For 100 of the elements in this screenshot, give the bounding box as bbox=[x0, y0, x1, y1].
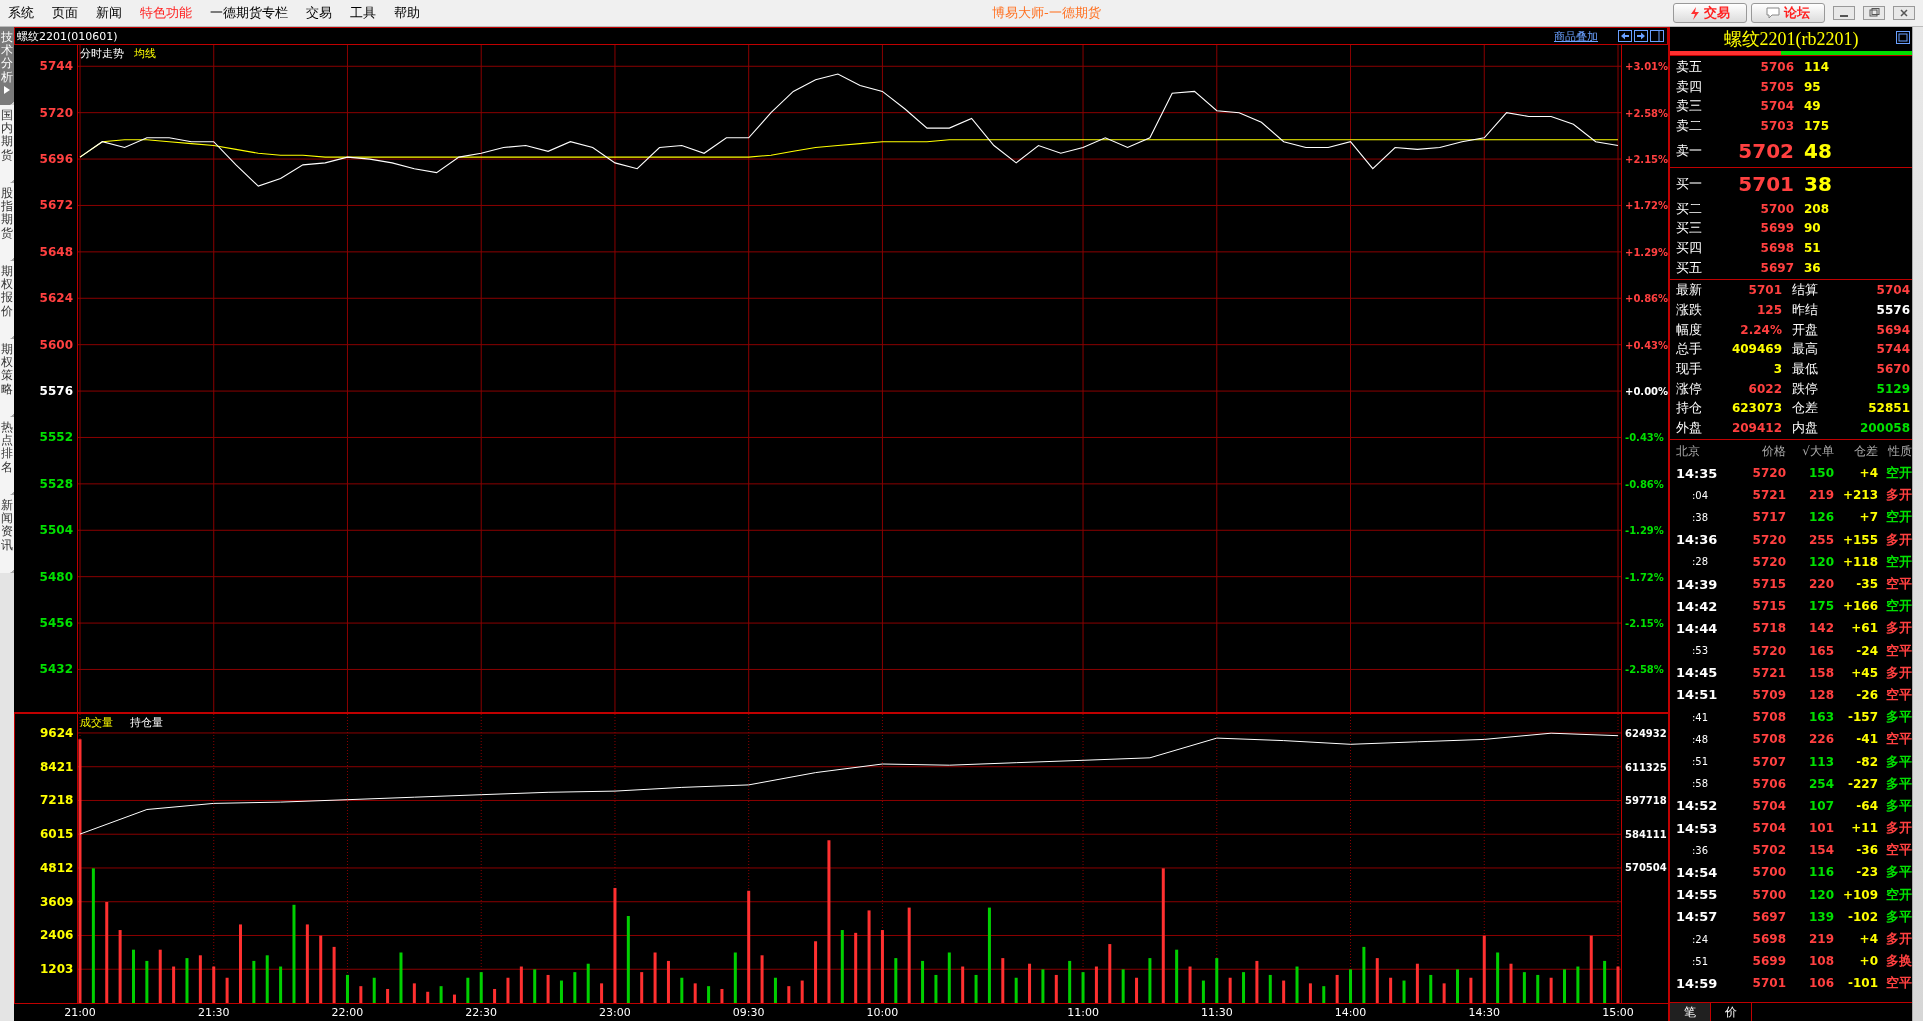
volume-bar bbox=[560, 980, 564, 1003]
volume-bar bbox=[1576, 966, 1580, 1003]
sidebar-tab[interactable]: 新闻资讯 bbox=[0, 495, 14, 573]
tick-nature: 空开 bbox=[1885, 552, 1912, 571]
contract-title: 螺纹2201(rb2201) bbox=[1723, 28, 1859, 51]
view-tab[interactable]: 价 bbox=[1711, 1003, 1752, 1021]
tick-time: :36 bbox=[1691, 844, 1710, 856]
order-level-label: 卖四 bbox=[1676, 77, 1703, 96]
volume-bar bbox=[787, 986, 791, 1003]
volume-axis-label: 8421 bbox=[40, 759, 74, 774]
volume-bar bbox=[640, 972, 644, 1003]
tick-time: :53 bbox=[1691, 645, 1710, 657]
tick-volume: 226 bbox=[1807, 732, 1834, 747]
menu-item[interactable]: 系统 bbox=[0, 4, 44, 22]
order-volume: 208 bbox=[1804, 201, 1831, 216]
contract-title: 螺纹2201(010601) bbox=[16, 28, 118, 44]
tick-time: 14:44 bbox=[1676, 620, 1719, 636]
left-arrow-icon[interactable] bbox=[1618, 30, 1632, 42]
column-header: 价格 bbox=[1761, 442, 1786, 460]
column-header: 性质 bbox=[1887, 442, 1912, 460]
time-axis-label: 14:30 bbox=[1468, 1006, 1501, 1019]
order-price: 5701 bbox=[1737, 171, 1794, 196]
order-level-label: 卖一 bbox=[1676, 141, 1703, 160]
menu-item[interactable]: 工具 bbox=[342, 4, 386, 22]
time-axis-label: 10:00 bbox=[866, 1006, 899, 1019]
volume-bar bbox=[386, 988, 390, 1003]
volume-bar bbox=[1068, 960, 1072, 1003]
tick-price: 5717 bbox=[1751, 510, 1786, 525]
panel-icon[interactable] bbox=[1650, 30, 1664, 42]
price-axis-label: 5480 bbox=[39, 569, 73, 584]
percent-axis-label: +0.00% bbox=[1625, 384, 1669, 398]
right-arrow-icon[interactable] bbox=[1634, 30, 1648, 42]
volume-bar bbox=[1362, 946, 1366, 1003]
tick-nature: 多换 bbox=[1885, 952, 1912, 971]
tick-volume: 107 bbox=[1807, 798, 1834, 813]
volume-bar bbox=[1255, 960, 1259, 1003]
volume-bar bbox=[1015, 977, 1019, 1003]
sidebar-tab[interactable]: 技术分析 bbox=[0, 27, 14, 105]
stat-label: 仓差 bbox=[1791, 399, 1819, 418]
tick-oi-change: -41 bbox=[1855, 732, 1878, 747]
tick-time: 14:53 bbox=[1676, 820, 1719, 836]
volume-bar bbox=[466, 977, 470, 1003]
tick-volume: 254 bbox=[1807, 776, 1834, 791]
tick-nature: 多平 bbox=[1885, 796, 1912, 815]
tick-oi-change: +4 bbox=[1858, 466, 1878, 481]
volume-bar bbox=[1295, 966, 1299, 1003]
stat-value: 623073 bbox=[1730, 401, 1782, 416]
tick-oi-change: +166 bbox=[1841, 599, 1878, 614]
price-axis-label: 5744 bbox=[39, 59, 73, 74]
tick-price: 5704 bbox=[1751, 798, 1786, 813]
volume-bar bbox=[734, 952, 738, 1003]
percent-axis-label: -2.15% bbox=[1625, 616, 1664, 630]
volume-bar bbox=[894, 958, 898, 1003]
sidebar-tab[interactable]: 期权策略 bbox=[0, 339, 14, 417]
tick-price: 5700 bbox=[1751, 887, 1786, 902]
overlay-link[interactable]: 商品叠加 bbox=[1554, 28, 1598, 44]
restore-icon[interactable] bbox=[1863, 6, 1885, 20]
tick-nature: 多平 bbox=[1885, 774, 1912, 793]
tick-nature: 多平 bbox=[1885, 863, 1912, 882]
sidebar-tab[interactable]: 热点排名 bbox=[0, 417, 14, 495]
tick-nature: 多开 bbox=[1885, 930, 1912, 949]
stat-label: 现手 bbox=[1676, 360, 1703, 379]
minimize-icon[interactable] bbox=[1833, 6, 1855, 20]
tick-time: 14:54 bbox=[1676, 864, 1719, 880]
view-tab[interactable]: 笔 bbox=[1670, 1003, 1711, 1021]
tick-price: 5706 bbox=[1751, 776, 1786, 791]
volume-bar bbox=[1603, 960, 1607, 1003]
close-icon[interactable] bbox=[1893, 6, 1915, 20]
tick-time: 14:51 bbox=[1676, 687, 1719, 703]
tick-price: 5721 bbox=[1751, 665, 1786, 680]
menu-item[interactable]: 一德期货专栏 bbox=[202, 4, 298, 22]
tick-oi-change: -35 bbox=[1855, 577, 1878, 592]
volume-bar bbox=[1148, 958, 1152, 1003]
volume-bar bbox=[1563, 969, 1567, 1003]
volume-bar bbox=[333, 946, 337, 1003]
sidebar-tab[interactable]: 股指期货 bbox=[0, 183, 14, 261]
price-axis-label: 5648 bbox=[39, 244, 73, 259]
volume-axis-label: 9624 bbox=[40, 725, 74, 740]
volume-bar bbox=[1509, 963, 1513, 1003]
stat-value: 5129 bbox=[1875, 381, 1910, 396]
tick-oi-change: +61 bbox=[1850, 621, 1878, 636]
tick-volume: 108 bbox=[1807, 954, 1834, 969]
volume-bar bbox=[453, 994, 457, 1003]
tick-nature: 空平 bbox=[1885, 730, 1912, 749]
volume-bar bbox=[399, 952, 403, 1003]
tick-nature: 多平 bbox=[1885, 708, 1912, 727]
column-header: √大单 bbox=[1801, 442, 1834, 460]
menu-item[interactable]: 交易 bbox=[298, 4, 342, 22]
sidebar-tab[interactable]: 期权报价 bbox=[0, 261, 14, 339]
menu-item[interactable]: 帮助 bbox=[386, 4, 430, 22]
volume-bar bbox=[172, 966, 176, 1003]
menu-item[interactable]: 页面 bbox=[44, 4, 88, 22]
tick-time: 14:42 bbox=[1676, 598, 1719, 614]
time-axis-label: 22:30 bbox=[465, 1006, 498, 1019]
sidebar-tab[interactable]: 国内期货 bbox=[0, 105, 14, 183]
maximize-icon[interactable] bbox=[1896, 31, 1910, 44]
volume-bar bbox=[680, 977, 684, 1003]
time-axis-label: 15:00 bbox=[1602, 1006, 1634, 1019]
menu-item[interactable]: 新闻 bbox=[88, 4, 132, 22]
tick-price: 5697 bbox=[1751, 909, 1786, 924]
